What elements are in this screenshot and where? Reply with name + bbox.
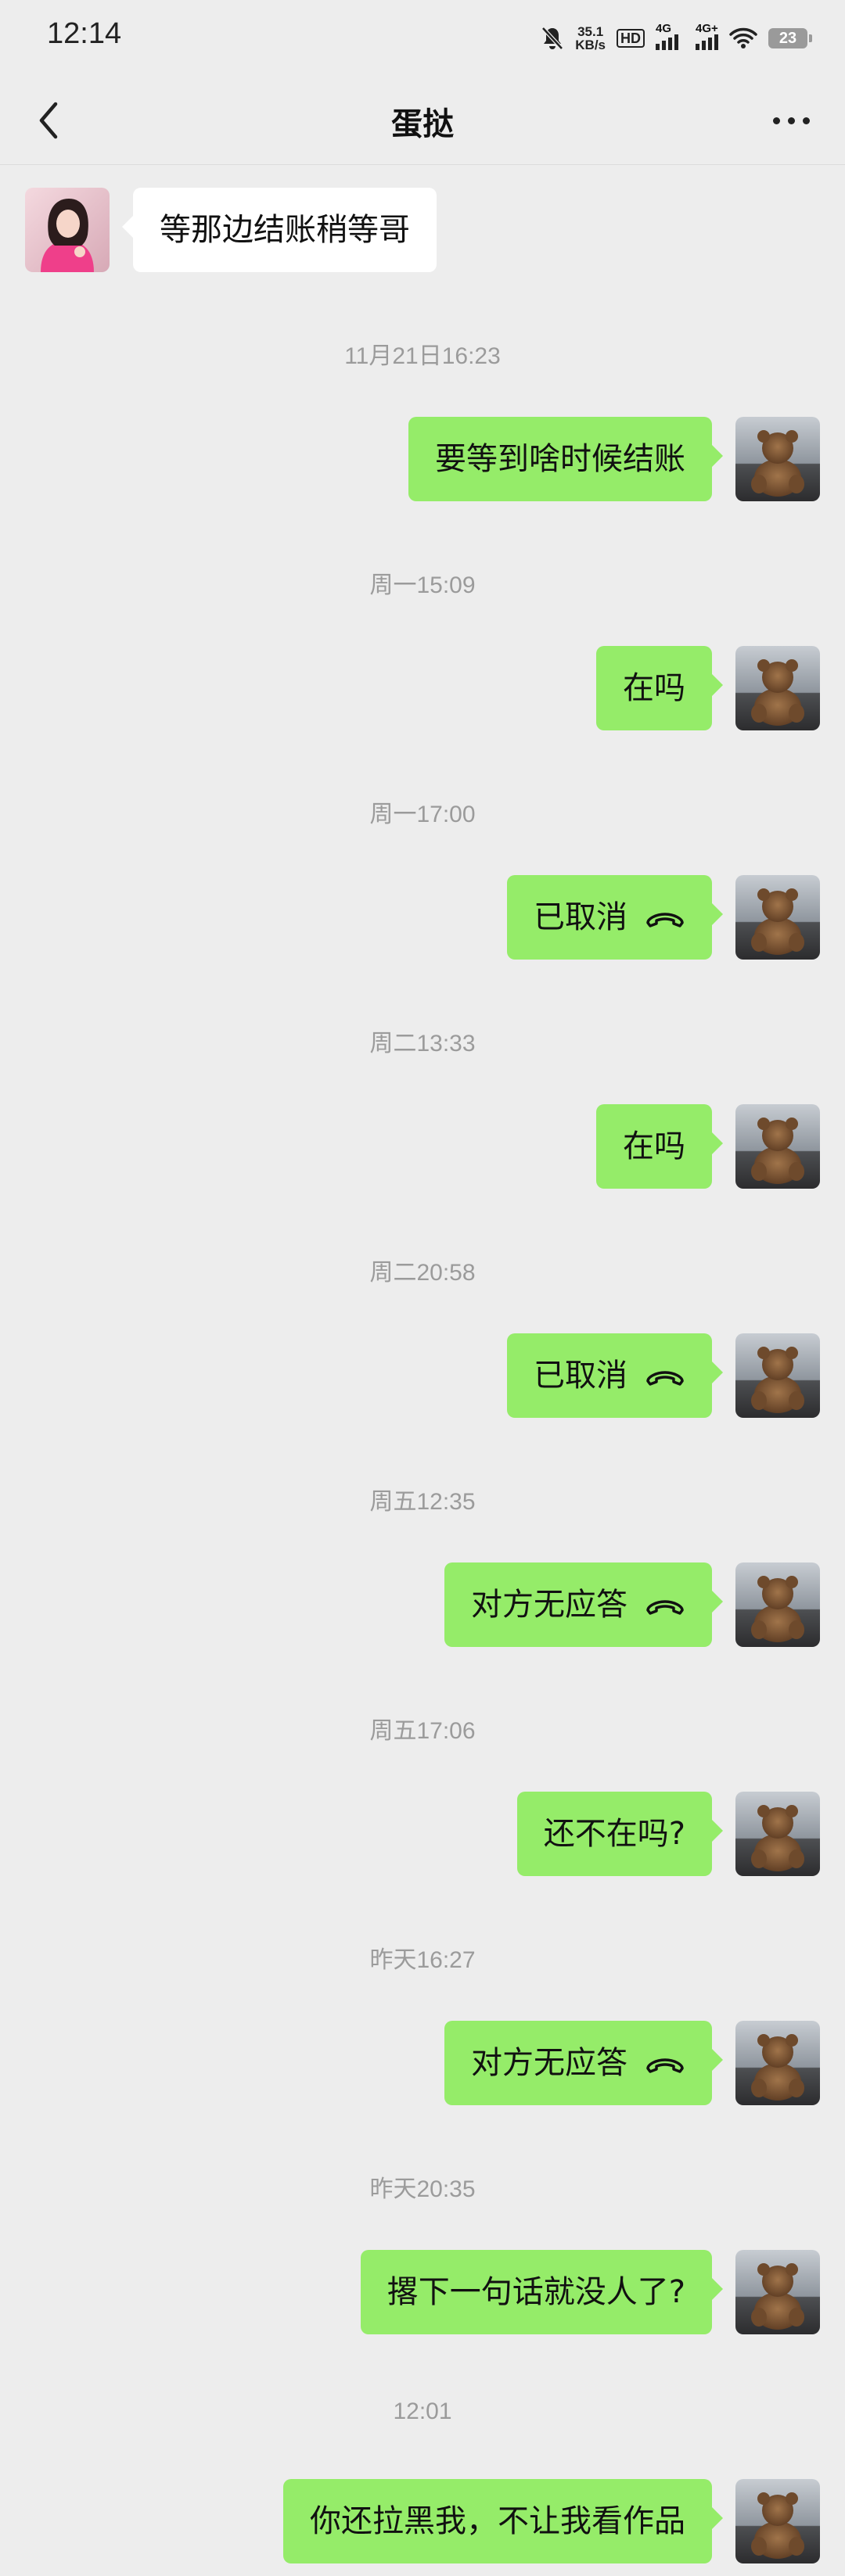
sim1-network-label: 4G <box>656 22 672 35</box>
call-hangup-icon <box>646 1371 684 1386</box>
call-status-text: 对方无应答 <box>471 1587 627 1623</box>
more-dot-icon <box>787 117 795 124</box>
my-avatar[interactable] <box>735 1333 820 1418</box>
call-hangup-icon <box>646 2058 684 2073</box>
call-hangup-icon <box>646 1600 684 1615</box>
message-outgoing-call: 已取消 <box>507 875 820 960</box>
message-timestamp: 12:01 <box>393 2398 452 2424</box>
signal-sim1-icon: 4G <box>656 22 678 50</box>
message-timestamp: 周二13:33 <box>369 1031 476 1057</box>
network-speed: 35.1 KB/s <box>575 25 606 52</box>
call-hangup-icon <box>646 913 684 927</box>
chat-title: 蛋挞 <box>391 106 454 142</box>
network-speed-unit: KB/s <box>575 38 606 52</box>
status-time: 12:14 <box>47 17 122 50</box>
my-avatar[interactable] <box>735 875 820 960</box>
message-incoming: 等那边结账稍等哥 <box>25 188 437 272</box>
message-outgoing-call: 对方无应答 <box>444 2021 820 2105</box>
battery-icon: 23 <box>768 28 812 48</box>
call-record-bubble[interactable]: 对方无应答 <box>444 1562 723 1647</box>
more-options-button[interactable] <box>764 95 818 145</box>
message-bubble[interactable]: 你还拉黑我，不让我看作品 <box>283 2479 723 2563</box>
message-bubble[interactable]: 在吗 <box>596 1104 723 1189</box>
message-outgoing: 你还拉黑我，不让我看作品 <box>283 2479 820 2563</box>
message-outgoing-call: 已取消 <box>507 1333 820 1418</box>
message-outgoing: 在吗 <box>596 1104 820 1189</box>
more-dot-icon <box>772 117 780 124</box>
message-outgoing: 在吗 <box>596 646 820 730</box>
message-outgoing: 撂下一句话就没人了? <box>360 2250 820 2334</box>
my-avatar[interactable] <box>735 2250 820 2334</box>
message-bubble[interactable]: 撂下一句话就没人了? <box>360 2250 724 2334</box>
my-avatar[interactable] <box>735 1792 820 1876</box>
signal-sim2-icon: 4G+ <box>696 22 718 50</box>
message-bubble[interactable]: 要等到啥时候结账 <box>408 417 723 501</box>
my-avatar[interactable] <box>735 2021 820 2105</box>
contact-avatar[interactable] <box>25 188 110 272</box>
my-avatar[interactable] <box>735 417 820 501</box>
call-status-text: 已取消 <box>534 899 627 935</box>
sim2-network-label: 4G+ <box>696 22 718 35</box>
call-status-text: 已取消 <box>534 1358 627 1394</box>
wifi-icon <box>729 27 757 48</box>
status-icons: 35.1 KB/s HD 4G 4G+ 23 <box>541 20 812 56</box>
message-timestamp: 周二20:58 <box>369 1260 476 1286</box>
status-bar: 12:14 35.1 KB/s HD 4G 4G+ 23 <box>0 0 845 78</box>
message-timestamp: 昨天16:27 <box>369 1947 476 1973</box>
message-timestamp: 周一15:09 <box>369 572 476 598</box>
my-avatar[interactable] <box>735 2479 820 2563</box>
message-outgoing: 要等到啥时候结账 <box>408 417 820 501</box>
call-record-bubble[interactable]: 对方无应答 <box>444 2021 723 2105</box>
message-timestamp: 昨天20:35 <box>369 2176 476 2202</box>
call-record-bubble[interactable]: 已取消 <box>507 875 723 960</box>
message-bubble[interactable]: 等那边结账稍等哥 <box>122 188 437 272</box>
message-outgoing: 还不在吗? <box>516 1792 820 1876</box>
more-dot-icon <box>802 117 810 124</box>
mute-bell-icon <box>541 27 564 50</box>
my-avatar[interactable] <box>735 1562 820 1647</box>
message-bubble[interactable]: 在吗 <box>596 646 723 730</box>
message-timestamp: 周一17:00 <box>369 802 476 827</box>
my-avatar[interactable] <box>735 646 820 730</box>
network-speed-value: 35.1 <box>577 24 604 39</box>
message-timestamp: 周五17:06 <box>369 1718 476 1744</box>
call-status-text: 对方无应答 <box>471 2045 627 2081</box>
message-outgoing-call: 对方无应答 <box>444 1562 820 1647</box>
hd-voice-badge: HD <box>617 29 645 48</box>
message-bubble[interactable]: 还不在吗? <box>516 1792 724 1876</box>
message-timestamp: 11月21日16:23 <box>344 343 501 369</box>
my-avatar[interactable] <box>735 1104 820 1189</box>
chat-header: 蛋挞 <box>0 78 845 165</box>
message-timestamp: 周五12:35 <box>369 1489 476 1515</box>
call-record-bubble[interactable]: 已取消 <box>507 1333 723 1418</box>
